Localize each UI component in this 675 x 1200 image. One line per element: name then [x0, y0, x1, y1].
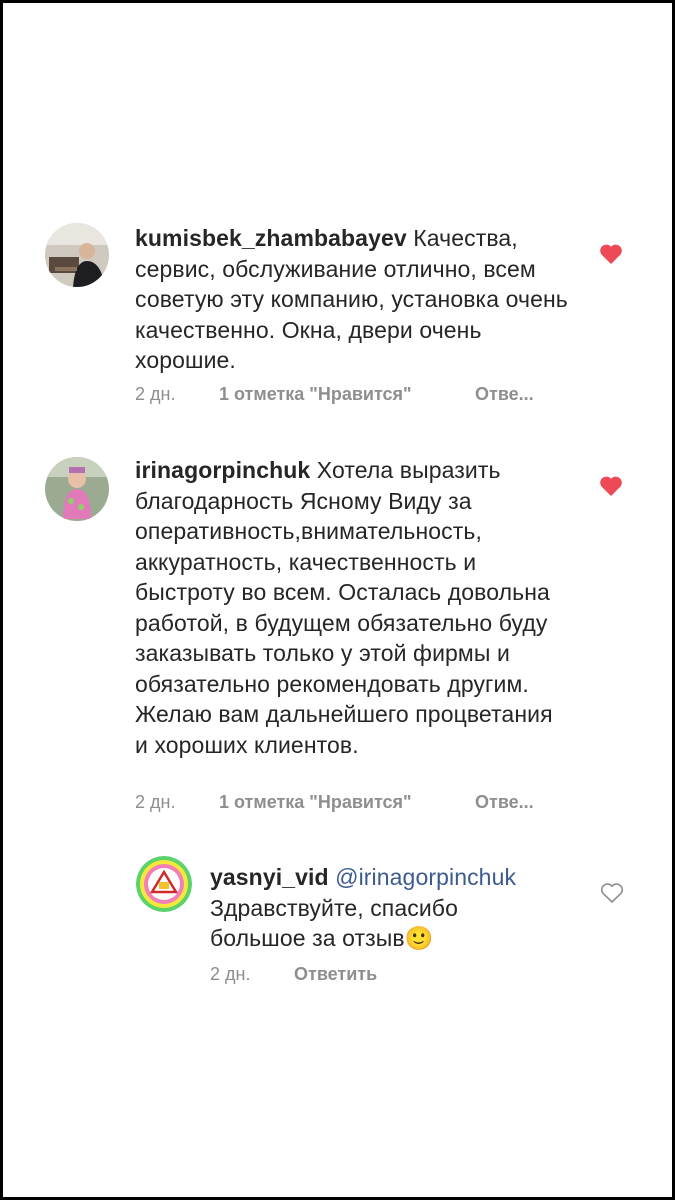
reply-button[interactable]: Отве... [475, 792, 534, 813]
comment-text-block: irinagorpinchuk Хотела выразить благодар… [135, 455, 555, 760]
avatar[interactable] [45, 223, 109, 287]
username[interactable]: irinagorpinchuk [135, 457, 310, 483]
reply-button[interactable]: Ответить [294, 964, 377, 985]
comment-meta: 2 дн. 1 отметка "Нравится" Отве... [135, 792, 575, 816]
comment-text-block: yasnyi_vid @irinagorpinchuk Здравствуйте… [210, 862, 550, 954]
mention-link[interactable]: @irinagorpinchuk [335, 864, 516, 890]
comment-time: 2 дн. [210, 964, 251, 984]
reply-button[interactable]: Отве... [475, 384, 534, 405]
avatar[interactable] [45, 457, 109, 521]
likes-count-link[interactable]: 1 отметка "Нравится" [219, 384, 412, 405]
comment-meta: 2 дн. 1 отметка "Нравится" Отве... [135, 384, 575, 408]
comment-meta: 2 дн. Ответить [210, 964, 510, 988]
smile-emoji-icon: 🙂 [404, 925, 434, 951]
comment-time: 2 дн. [135, 384, 176, 404]
heart-filled-icon[interactable] [599, 243, 623, 265]
username[interactable]: yasnyi_vid [210, 864, 329, 890]
username[interactable]: kumisbek_zhambabayev [135, 225, 407, 251]
comment-text-block: kumisbek_zhambabayev Качества, сервис, о… [135, 223, 575, 376]
comment-body: Хотела выразить благодарность Ясному Вид… [135, 457, 553, 758]
avatar[interactable] [136, 856, 192, 912]
heart-outline-icon[interactable] [600, 882, 624, 904]
comment-time: 2 дн. [135, 792, 176, 812]
likes-count-link[interactable]: 1 отметка "Нравится" [219, 792, 412, 813]
screenshot-frame: kumisbek_zhambabayev Качества, сервис, о… [0, 0, 675, 1200]
heart-filled-icon[interactable] [599, 475, 623, 497]
